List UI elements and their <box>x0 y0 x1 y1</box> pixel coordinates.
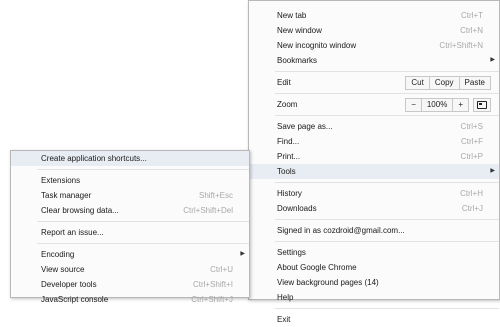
menu-item-bookmarks[interactable]: Bookmarks ▶ <box>249 53 499 68</box>
menu-item-tools[interactable]: Tools ▶ <box>249 164 499 179</box>
menu-item-shortcut: Ctrl+H <box>460 189 483 198</box>
menu-item-shortcut: Ctrl+N <box>460 26 483 35</box>
zoom-out-button[interactable]: − <box>405 97 422 112</box>
menu-item-find[interactable]: Find... Ctrl+F <box>249 134 499 149</box>
menu-separator <box>275 308 499 309</box>
menu-item-label: Save page as... <box>277 122 333 131</box>
menu-item-label: View source <box>41 265 85 274</box>
menu-item-clear-browsing-data[interactable]: Clear browsing data... Ctrl+Shift+Del <box>11 203 249 218</box>
menu-item-exit[interactable]: Exit <box>249 312 499 327</box>
menu-separator <box>275 182 499 183</box>
menu-item-label: Zoom <box>277 100 298 109</box>
menu-item-shortcut: Ctrl+Shift+N <box>439 41 483 50</box>
menu-item-shortcut: Ctrl+S <box>460 122 483 131</box>
submenu-arrow-icon: ▶ <box>490 168 495 174</box>
menu-item-label: Report an issue... <box>41 228 104 237</box>
menu-item-report-issue[interactable]: Report an issue... <box>11 225 249 240</box>
menu-separator <box>37 221 249 222</box>
menu-item-label: Help <box>277 293 294 302</box>
menu-item-label: Extensions <box>41 176 81 185</box>
submenu-arrow-icon: ▶ <box>240 251 245 257</box>
menu-item-new-incognito-window[interactable]: New incognito window Ctrl+Shift+N <box>249 38 499 53</box>
menu-item-shortcut: Shift+Esc <box>198 191 233 200</box>
menu-top-padding <box>249 1 499 8</box>
menu-item-history[interactable]: History Ctrl+H <box>249 186 499 201</box>
menu-item-label: Task manager <box>41 191 92 200</box>
menu-item-shortcut: Ctrl+U <box>210 265 233 274</box>
menu-item-developer-tools[interactable]: Developer tools Ctrl+Shift+I <box>11 277 249 292</box>
zoom-in-button[interactable]: + <box>453 97 469 112</box>
menu-item-label: Tools <box>277 167 296 176</box>
menu-separator <box>37 243 249 244</box>
fullscreen-icon <box>477 100 487 109</box>
menu-item-label: Signed in as cozdroid@gmail.com... <box>277 226 405 235</box>
menu-item-signed-in[interactable]: Signed in as cozdroid@gmail.com... <box>249 223 499 238</box>
submenu-arrow-icon: ▶ <box>490 57 495 63</box>
menu-item-settings[interactable]: Settings <box>249 245 499 260</box>
menu-item-shortcut: Ctrl+J <box>461 204 483 213</box>
copy-button[interactable]: Copy <box>429 75 460 90</box>
menu-item-zoom: Zoom − 100% + <box>249 97 499 112</box>
edit-button-group: Cut Copy Paste <box>405 75 491 90</box>
menu-separator <box>37 169 249 170</box>
menu-item-about-chrome[interactable]: About Google Chrome <box>249 260 499 275</box>
zoom-level: 100% <box>421 97 454 112</box>
menu-separator <box>275 93 499 94</box>
menu-item-view-background-pages[interactable]: View background pages (14) <box>249 275 499 290</box>
menu-item-label: Bookmarks <box>277 56 318 65</box>
menu-item-label: New tab <box>277 11 307 20</box>
menu-item-label: Exit <box>277 315 291 324</box>
menu-item-label: Edit <box>277 78 291 87</box>
menu-item-label: Settings <box>277 248 306 257</box>
menu-separator <box>275 241 499 242</box>
menu-separator <box>275 219 499 220</box>
menu-item-label: Developer tools <box>41 280 97 289</box>
menu-item-new-tab[interactable]: New tab Ctrl+T <box>249 8 499 23</box>
menu-item-encoding[interactable]: Encoding ▶ <box>11 247 249 262</box>
menu-item-shortcut: Ctrl+F <box>461 137 483 146</box>
menu-item-task-manager[interactable]: Task manager Shift+Esc <box>11 188 249 203</box>
chrome-main-menu: New tab Ctrl+T New window Ctrl+N New inc… <box>248 0 500 324</box>
menu-item-label: New incognito window <box>277 41 357 50</box>
menu-item-label: About Google Chrome <box>277 263 357 272</box>
menu-item-extensions[interactable]: Extensions <box>11 173 249 188</box>
menu-item-shortcut: Ctrl+T <box>461 11 483 20</box>
paste-button[interactable]: Paste <box>459 75 491 90</box>
menu-item-print[interactable]: Print... Ctrl+P <box>249 149 499 164</box>
fullscreen-button[interactable] <box>473 97 491 112</box>
menu-item-edit: Edit Cut Copy Paste <box>249 75 499 90</box>
menu-item-new-window[interactable]: New window Ctrl+N <box>249 23 499 38</box>
menu-item-label: View background pages (14) <box>277 278 379 287</box>
menu-item-label: History <box>277 189 302 198</box>
menu-item-save-page[interactable]: Save page as... Ctrl+S <box>249 119 499 134</box>
cut-button[interactable]: Cut <box>405 75 430 90</box>
menu-item-label: New window <box>277 26 322 35</box>
menu-item-label: Find... <box>277 137 300 146</box>
menu-item-label: Create application shortcuts... <box>41 154 147 163</box>
menu-separator <box>275 71 499 72</box>
menu-item-shortcut: Ctrl+Shift+I <box>192 280 233 289</box>
menu-item-view-source[interactable]: View source Ctrl+U <box>11 262 249 277</box>
menu-item-label: Encoding <box>41 250 75 259</box>
menu-item-help[interactable]: Help <box>249 290 499 305</box>
menu-item-label: Downloads <box>277 204 317 213</box>
menu-item-downloads[interactable]: Downloads Ctrl+J <box>249 201 499 216</box>
menu-item-shortcut: Ctrl+P <box>460 152 483 161</box>
menu-item-create-shortcuts[interactable]: Create application shortcuts... <box>11 151 249 166</box>
menu-item-label: Print... <box>277 152 301 161</box>
zoom-button-group: − 100% + <box>405 97 491 112</box>
menu-separator <box>275 115 499 116</box>
tools-submenu: Create application shortcuts... Extensio… <box>10 150 250 304</box>
menu-item-shortcut: Ctrl+Shift+Del <box>183 206 233 215</box>
menu-item-label: Clear browsing data... <box>41 206 119 215</box>
